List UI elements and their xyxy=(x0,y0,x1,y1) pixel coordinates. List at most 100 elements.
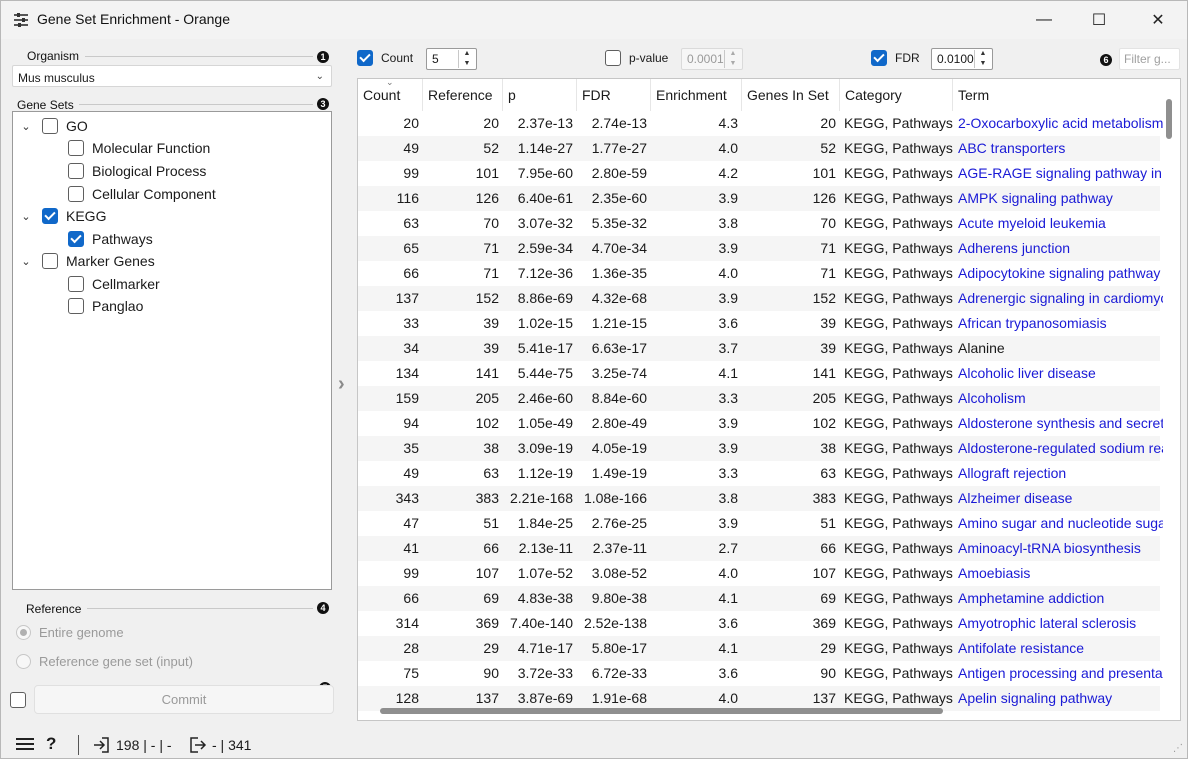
table-row[interactable]: 66 69 4.83e-38 9.80e-38 4.1 69 KEGG, Pathways A… xyxy=(358,586,1160,611)
cell-term[interactable]: Amoebiasis xyxy=(953,561,1163,586)
gene-sets-tree[interactable]: ⌄ GO Molecular Function Biological Proce… xyxy=(12,111,332,590)
organism-combo[interactable]: Mus musculus ⌄ xyxy=(12,65,332,87)
table-row[interactable]: 343 383 2.21e-168 1.08e-166 3.8 383 KEGG, Path… xyxy=(358,486,1160,511)
checkbox-cellmarker[interactable] xyxy=(68,276,84,292)
fdr-checkbox[interactable] xyxy=(871,50,887,66)
cell-term[interactable]: Aldosterone-regulated sodium reabsorptio… xyxy=(953,436,1163,461)
cell-term[interactable]: Alcoholism xyxy=(953,386,1163,411)
minimize-button[interactable]: — xyxy=(1021,1,1067,39)
chevron-right-icon[interactable]: › xyxy=(338,373,345,396)
cell-term[interactable]: Amyotrophic lateral sclerosis xyxy=(953,611,1163,636)
checkbox-kegg[interactable] xyxy=(42,208,58,224)
tree-item-marker-genes[interactable]: Marker Genes xyxy=(42,250,155,272)
table-row[interactable]: 159 205 2.46e-60 8.84e-60 3.3 205 KEGG, Pathwa… xyxy=(358,386,1160,411)
tree-item-molecular-function[interactable]: Molecular Function xyxy=(68,137,210,159)
output-summary[interactable]: - | 341 xyxy=(189,736,251,754)
table-row[interactable]: 137 152 8.86e-69 4.32e-68 3.9 152 KEGG, Pathwa… xyxy=(358,286,1163,311)
cell-term[interactable]: AMPK signaling pathway xyxy=(953,186,1163,211)
table-row[interactable]: 49 63 1.12e-19 1.49e-19 3.3 63 KEGG, Pathways A… xyxy=(358,461,1160,486)
column-header-count[interactable]: ⌄ Count xyxy=(358,79,423,111)
column-header-p[interactable]: p xyxy=(503,79,577,111)
filter-genes-input[interactable]: Filter g... xyxy=(1119,48,1180,70)
count-filter[interactable]: Count xyxy=(357,50,413,66)
cell-term[interactable]: 2-Oxocarboxylic acid metabolism xyxy=(953,111,1163,136)
tree-item-biological-process[interactable]: Biological Process xyxy=(68,160,206,182)
tree-item-panglao[interactable]: Panglao xyxy=(68,295,143,317)
checkbox-go[interactable] xyxy=(42,118,58,134)
pvalue-checkbox[interactable] xyxy=(605,50,621,66)
table-row[interactable]: 134 141 5.44e-75 3.25e-74 4.1 141 KEGG, Pathwa… xyxy=(358,361,1160,386)
table-row[interactable]: 41 66 2.13e-11 2.37e-11 2.7 66 KEGG, Pathways A… xyxy=(358,536,1160,561)
pvalue-filter[interactable]: p-value xyxy=(605,50,668,66)
column-header-fdr[interactable]: FDR xyxy=(577,79,651,111)
checkbox-molecular-function[interactable] xyxy=(68,140,84,156)
cell-term[interactable]: ABC transporters xyxy=(953,136,1163,161)
cell-term[interactable]: Aldosterone synthesis and secretion xyxy=(953,411,1163,436)
table-row[interactable]: 63 70 3.07e-32 5.35e-32 3.8 70 KEGG, Pathways A… xyxy=(358,211,1160,236)
count-spinbox[interactable]: 5 ▲ ▼ xyxy=(426,48,477,70)
tree-item-cellular-component[interactable]: Cellular Component xyxy=(68,183,216,205)
column-header-enrichment[interactable]: Enrichment xyxy=(651,79,742,111)
cell-term[interactable]: Adherens junction xyxy=(953,236,1163,261)
table-row[interactable]: 20 20 2.37e-13 2.74e-13 4.3 20 KEGG, Pathways 2… xyxy=(358,111,1163,136)
checkbox-biological-process[interactable] xyxy=(68,163,84,179)
cell-term[interactable]: Adipocytokine signaling pathway xyxy=(953,261,1163,286)
table-row[interactable]: 47 51 1.84e-25 2.76e-25 3.9 51 KEGG, Pathways A… xyxy=(358,511,1163,536)
close-button[interactable]: ✕ xyxy=(1135,1,1181,39)
fdr-filter[interactable]: FDR xyxy=(871,50,920,66)
tree-item-go[interactable]: GO xyxy=(42,115,88,137)
fdr-spinbox[interactable]: 0.0100 ▲ ▼ xyxy=(931,48,993,70)
cell-term[interactable]: Amino sugar and nucleotide sugar metabol… xyxy=(953,511,1163,536)
cell-term[interactable]: Alzheimer disease xyxy=(953,486,1163,511)
table-row[interactable]: 314 369 7.40e-140 2.52e-138 3.6 369 KEGG, Path… xyxy=(358,611,1160,636)
cell-term[interactable]: African trypanosomiasis xyxy=(953,311,1163,336)
table-row[interactable]: 66 71 7.12e-36 1.36e-35 4.0 71 KEGG, Pathways A… xyxy=(358,261,1160,286)
table-row[interactable]: 116 126 6.40e-61 2.35e-60 3.9 126 KEGG, Pathwa… xyxy=(358,186,1160,211)
checkbox-panglao[interactable] xyxy=(68,298,84,314)
column-header-term[interactable]: Term xyxy=(953,79,1163,111)
cell-term[interactable]: Adrenergic signaling in cardiomyocytes xyxy=(953,286,1163,311)
commit-button[interactable]: Commit xyxy=(34,685,334,714)
spin-arrows-icon[interactable]: ▲ ▼ xyxy=(974,50,991,68)
chevron-down-icon[interactable]: ⌄ xyxy=(20,210,32,223)
help-icon[interactable]: ? xyxy=(46,734,56,754)
table-row[interactable]: 33 39 1.02e-15 1.21e-15 3.6 39 KEGG, Pathways A… xyxy=(358,311,1160,336)
maximize-button[interactable]: ☐ xyxy=(1076,1,1122,39)
checkbox-pathways[interactable] xyxy=(68,231,84,247)
table-row[interactable]: 75 90 3.72e-33 6.72e-33 3.6 90 KEGG, Pathways A… xyxy=(358,661,1163,686)
table-row[interactable]: 34 39 5.41e-17 6.63e-17 3.7 39 KEGG, Pathways A… xyxy=(358,336,1160,361)
cell-term[interactable]: Apelin signaling pathway xyxy=(953,686,1163,711)
table-row[interactable]: 35 38 3.09e-19 4.05e-19 3.9 38 KEGG, Pathways A… xyxy=(358,436,1163,461)
column-header-reference[interactable]: Reference xyxy=(423,79,503,111)
table-row[interactable]: 65 71 2.59e-34 4.70e-34 3.9 71 KEGG, Pathways A… xyxy=(358,236,1160,261)
resize-grip-icon[interactable]: ⋰ xyxy=(1173,743,1183,754)
menu-icon[interactable] xyxy=(16,736,34,752)
cell-term[interactable]: Antigen processing and presentation xyxy=(953,661,1163,686)
cell-term[interactable]: Amphetamine addiction xyxy=(953,586,1163,611)
radio-entire-genome[interactable]: Entire genome xyxy=(16,625,124,640)
cell-term[interactable]: AGE-RAGE signaling pathway in diabetic c… xyxy=(953,161,1163,186)
table-row[interactable]: 94 102 1.05e-49 2.80e-49 3.9 102 KEGG, Pathway… xyxy=(358,411,1163,436)
column-header-genes-in-set[interactable]: Genes In Set xyxy=(742,79,840,111)
tree-item-pathways[interactable]: Pathways xyxy=(68,228,153,250)
checkbox-cellular-component[interactable] xyxy=(68,186,84,202)
chevron-down-icon[interactable]: ⌄ xyxy=(20,255,32,268)
table-row[interactable]: 99 107 1.07e-52 3.08e-52 4.0 107 KEGG, Pathway… xyxy=(358,561,1160,586)
chevron-down-icon[interactable]: ⌄ xyxy=(20,120,32,133)
cell-term[interactable]: Aminoacyl-tRNA biosynthesis xyxy=(953,536,1163,561)
table-row[interactable]: 99 101 7.95e-60 2.80e-59 4.2 101 KEGG, Pathway… xyxy=(358,161,1163,186)
input-summary[interactable]: 198 | - | - xyxy=(93,736,172,754)
cell-term[interactable]: Antifolate resistance xyxy=(953,636,1163,661)
pvalue-spinbox[interactable]: 0.0001 ▲ ▼ xyxy=(681,48,743,70)
tree-item-kegg[interactable]: KEGG xyxy=(42,205,106,227)
spin-arrows-icon[interactable]: ▲ ▼ xyxy=(458,50,475,68)
cell-term[interactable]: Acute myeloid leukemia xyxy=(953,211,1163,236)
spin-arrows-icon[interactable]: ▲ ▼ xyxy=(724,50,741,68)
horizontal-scrollbar[interactable] xyxy=(380,708,943,714)
cell-term[interactable]: Allograft rejection xyxy=(953,461,1163,486)
checkbox-marker-genes[interactable] xyxy=(42,253,58,269)
count-checkbox[interactable] xyxy=(357,50,373,66)
auto-commit-checkbox[interactable] xyxy=(10,692,26,708)
table-row[interactable]: 28 29 4.71e-17 5.80e-17 4.1 29 KEGG, Pathways A… xyxy=(358,636,1160,661)
radio-reference-gene-set[interactable]: Reference gene set (input) xyxy=(16,654,193,669)
